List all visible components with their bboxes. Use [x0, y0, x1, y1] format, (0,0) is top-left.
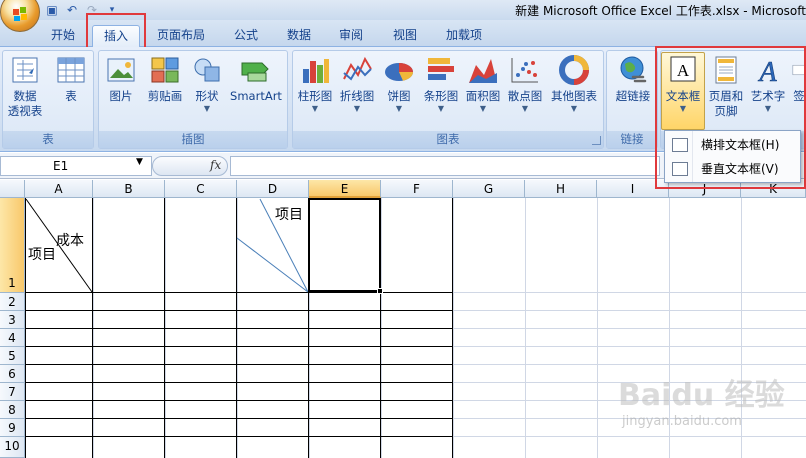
shapes-dropdown-icon: ▼: [203, 104, 211, 113]
other-charts-button[interactable]: 其他图表 ▼: [547, 55, 601, 114]
column-chart-button[interactable]: 柱形图 ▼: [295, 55, 335, 114]
formula-input[interactable]: [230, 156, 660, 176]
horizontal-textbox-icon: [672, 138, 688, 152]
name-box[interactable]: E1: [0, 156, 152, 176]
bar-chart-dropdown-icon: ▼: [437, 104, 445, 113]
column-chart-icon: [303, 59, 329, 83]
undo-icon[interactable]: ↶: [64, 2, 80, 18]
tab-review[interactable]: 审阅: [330, 25, 372, 47]
tab-formulas[interactable]: 公式: [224, 25, 268, 47]
table-button[interactable]: 表: [53, 55, 89, 104]
group-label-charts: 图表: [293, 131, 603, 148]
globe-link-icon: [620, 56, 647, 83]
charts-dialog-launcher-icon[interactable]: [592, 136, 601, 145]
group-label-tables: 表: [3, 131, 93, 148]
formula-buttons: fx: [152, 156, 228, 176]
pie-chart-button[interactable]: 饼图 ▼: [381, 55, 417, 114]
clipart-button[interactable]: 剪贴画: [143, 55, 187, 104]
pivot-table-icon: [12, 57, 38, 83]
smartart-icon: [241, 62, 269, 82]
line-chart-dropdown-icon: ▼: [353, 104, 361, 113]
name-box-dropdown-icon[interactable]: ▼: [136, 157, 143, 167]
shapes-button[interactable]: 形状 ▼: [189, 55, 225, 114]
textbox-dropdown-menu: 横排文本框(H) 垂直文本框(V): [664, 130, 801, 183]
picture-icon: [107, 58, 135, 82]
tab-view[interactable]: 视图: [384, 25, 426, 47]
group-charts: 柱形图 ▼ 折线图 ▼ 饼图 ▼ 条形图 ▼ 面积图 ▼ 散点图 ▼ 其他图表 …: [292, 50, 604, 149]
scatter-chart-dropdown-icon: ▼: [521, 104, 529, 113]
bar-chart-icon: [428, 58, 454, 80]
hyperlink-button[interactable]: 超链接: [610, 55, 656, 104]
line-chart-icon: [343, 56, 372, 81]
fill-handle[interactable]: [377, 288, 383, 294]
pie-chart-dropdown-icon: ▼: [395, 104, 403, 113]
cell-d1-text: 项目: [275, 207, 303, 223]
tab-home[interactable]: 开始: [42, 25, 84, 47]
vertical-textbox-icon: [672, 162, 688, 176]
group-links: 超链接 链接: [606, 50, 658, 149]
cell-a1-top-text: 成本: [56, 233, 84, 249]
scatter-chart-icon: [511, 58, 538, 83]
area-chart-icon: [469, 59, 497, 83]
picture-button[interactable]: 图片: [103, 55, 139, 104]
vertical-textbox-item[interactable]: 垂直文本框(V): [667, 158, 798, 180]
donut-chart-icon: [559, 55, 589, 85]
clipart-icon: [151, 57, 179, 83]
baidu-watermark: Baidu 经验: [618, 378, 785, 413]
window-title: 新建 Microsoft Office Excel 工作表.xlsx - Mic…: [515, 4, 806, 18]
area-chart-button[interactable]: 面积图 ▼: [463, 55, 503, 114]
pie-chart-icon: [385, 63, 414, 81]
office-logo-icon: [13, 7, 27, 21]
save-icon[interactable]: ▣: [44, 2, 60, 18]
group-label-links: 链接: [607, 131, 657, 148]
table-icon: [57, 57, 85, 83]
group-tables: 数据 透视表 表 表: [2, 50, 94, 149]
insert-function-icon[interactable]: fx: [210, 158, 221, 172]
selected-cell-e1[interactable]: [308, 198, 381, 292]
bar-chart-button[interactable]: 条形图 ▼: [421, 55, 461, 114]
group-illustrations: 图片 剪贴画 形状 ▼ SmartArt 插图: [98, 50, 288, 149]
smartart-button[interactable]: SmartArt: [227, 55, 285, 104]
column-chart-dropdown-icon: ▼: [311, 104, 319, 113]
scatter-chart-button[interactable]: 散点图 ▼: [505, 55, 545, 114]
tab-data[interactable]: 数据: [278, 25, 320, 47]
tab-page-layout[interactable]: 页面布局: [150, 25, 212, 47]
cell-a1-bottom-text: 项目: [28, 247, 56, 263]
other-charts-dropdown-icon: ▼: [570, 104, 578, 113]
group-label-illustrations: 插图: [99, 131, 287, 148]
tab-addins[interactable]: 加载项: [436, 25, 492, 47]
horizontal-textbox-item[interactable]: 横排文本框(H): [667, 134, 798, 156]
baidu-watermark-url: jingyan.baidu.com: [622, 414, 742, 429]
line-chart-button[interactable]: 折线图 ▼: [337, 55, 377, 114]
pivot-table-button[interactable]: 数据 透视表: [5, 55, 45, 119]
shapes-icon: [194, 58, 220, 82]
area-chart-dropdown-icon: ▼: [479, 104, 487, 113]
